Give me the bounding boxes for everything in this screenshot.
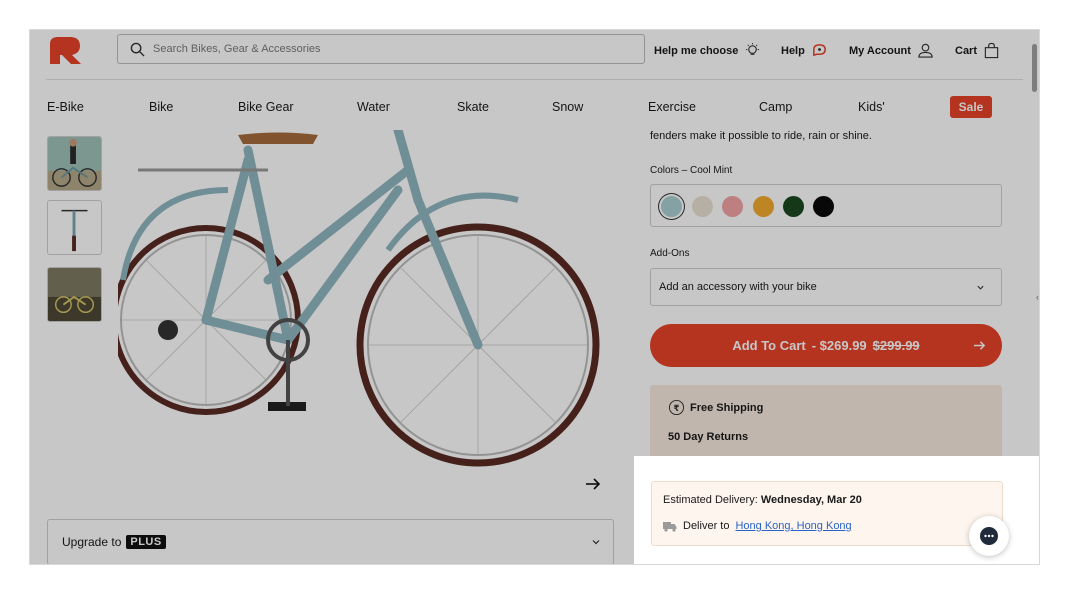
my-account-link[interactable]: My Account [849,42,934,59]
deliver-to-label: Deliver to [683,520,730,532]
returns-row: 50 Day Returns [668,431,748,443]
estimated-delivery-date: Wednesday, Mar 20 [760,494,862,506]
search-icon [130,42,145,57]
chevron-down-icon [592,540,600,545]
shipping-badge-icon: ₹ [668,399,685,416]
thumbnail-rider-image [48,137,101,190]
search-bar[interactable] [117,34,645,64]
gallery-thumbnail[interactable] [47,136,102,191]
returns-label: 50 Day Returns [668,431,749,443]
arrow-right-icon [973,341,986,350]
color-swatch-sand[interactable] [692,196,713,217]
product-description: fenders make it possible to ride, rain o… [650,130,872,142]
nav-item-snow[interactable]: Snow [552,100,583,114]
svg-text:₹: ₹ [674,404,680,414]
addons-dropdown-value: Add an accessory with your bike [659,281,817,293]
color-swatch-pink[interactable] [722,196,743,217]
plus-badge: PLUS [126,535,166,549]
add-to-cart-label: Add To Cart [732,338,806,353]
browser-viewport: Help me choose Help My Account Cart E-Bi… [29,29,1040,565]
nav-item-e-bike[interactable]: E-Bike [47,100,84,114]
thumbnail-front-view-image [48,201,101,254]
free-shipping-row: ₹ Free Shipping [668,399,763,416]
scrollbar-thumb[interactable] [1032,44,1037,92]
color-swatch-cool-mint[interactable] [661,196,682,217]
truck-icon [663,521,677,532]
help-label: Help [781,44,805,57]
delivery-highlight-area: Estimated Delivery: Wednesday, Mar 20 De… [634,456,1039,564]
color-swatch-forest[interactable] [783,196,804,217]
estimated-delivery-row: Estimated Delivery: Wednesday, Mar 20 [663,494,862,506]
free-shipping-label: Free Shipping [690,401,764,414]
addons-label: Add-Ons [650,248,690,259]
thumbnail-lifestyle-image [48,268,101,321]
shopping-bag-icon [984,42,999,59]
gallery-thumbnail[interactable] [47,267,102,322]
user-icon [918,43,933,58]
cart-link[interactable]: Cart [955,42,1000,59]
estimated-delivery-label: Estimated Delivery: [663,494,758,506]
nav-item-skate[interactable]: Skate [457,100,489,114]
lightbulb-icon [746,42,760,55]
nav-item-sale[interactable]: Sale [950,96,992,118]
gallery-next-arrow-icon[interactable] [583,474,603,494]
upgrade-label: Upgrade to [62,535,122,549]
search-input[interactable] [153,43,633,55]
nav-item-kids[interactable]: Kids' [858,100,885,114]
original-price: $299.99 [872,338,920,353]
nav-item-water[interactable]: Water [357,100,390,114]
chevron-down-icon [977,285,984,290]
upgrade-to-plus-accordion[interactable]: Upgrade to PLUS [47,519,614,564]
addons-dropdown[interactable]: Add an accessory with your bike [650,268,1002,306]
help-me-choose-label: Help me choose [654,44,739,57]
gallery-thumbnail[interactable] [47,200,102,255]
help-link[interactable]: Help [781,42,828,59]
cart-label: Cart [955,44,978,57]
side-edge-marker: ‹ [1036,292,1039,302]
help-bubble-icon [812,44,826,57]
my-account-label: My Account [849,44,911,57]
chat-bubble-icon [980,527,998,545]
delivery-estimate-box: Estimated Delivery: Wednesday, Mar 20 De… [651,481,1003,546]
chat-widget-button[interactable] [969,516,1009,556]
delivery-location-link[interactable]: Hong Kong, Hong Kong [735,520,851,532]
deliver-to-row: Deliver to Hong Kong, Hong Kong [663,520,852,532]
nav-item-bike-gear[interactable]: Bike Gear [238,100,294,114]
color-swatch-mustard[interactable] [753,196,774,217]
nav-item-camp[interactable]: Camp [759,100,792,114]
nav-item-exercise[interactable]: Exercise [648,100,696,114]
sale-price: - $269.99 [811,338,867,353]
color-swatch-black[interactable] [813,196,834,217]
nav-item-bike[interactable]: Bike [149,100,173,114]
colors-label: Colors – Cool Mint [650,165,733,176]
retrospec-logo-icon[interactable] [46,34,84,66]
product-main-image[interactable] [118,130,618,510]
help-me-choose-link[interactable]: Help me choose [654,42,761,59]
header-divider [46,79,1023,80]
add-to-cart-button[interactable]: Add To Cart - $269.99 $299.99 [650,324,1002,367]
color-selector [650,184,1002,227]
